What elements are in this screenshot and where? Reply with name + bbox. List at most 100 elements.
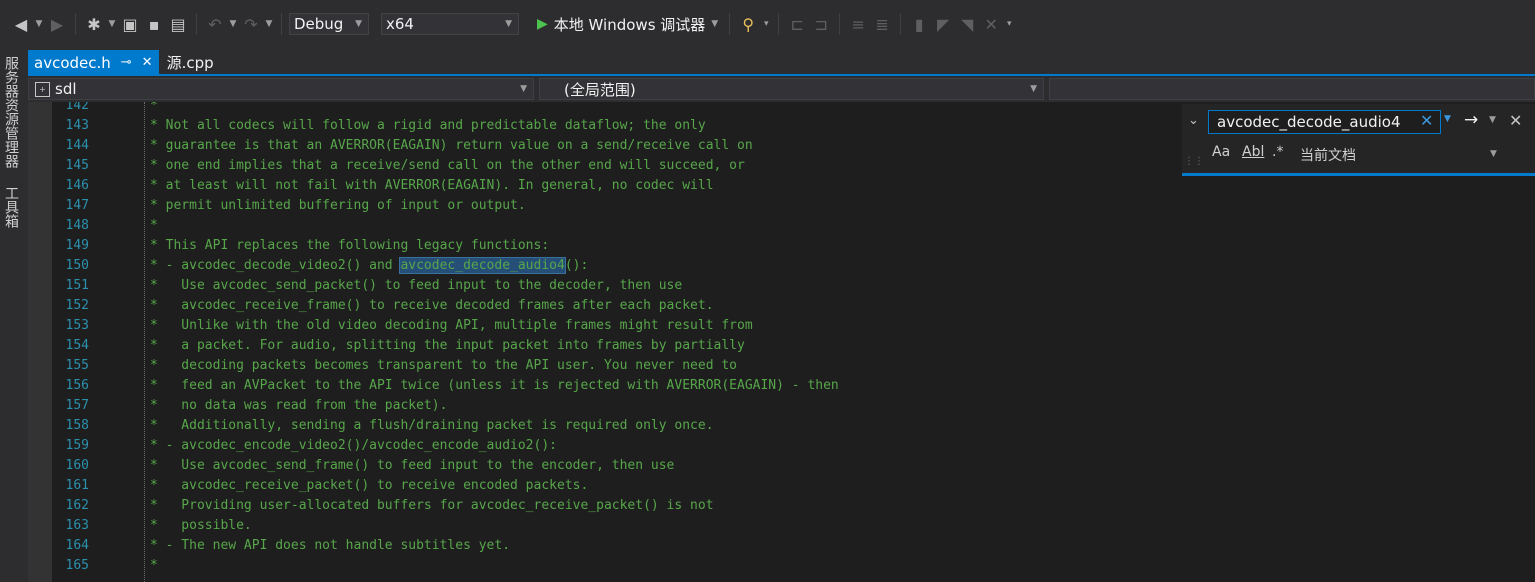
match-case-toggle[interactable]: Aa <box>1212 144 1230 160</box>
navigate-back-icon[interactable]: ◀ <box>10 13 32 35</box>
line-number: 148 <box>65 218 89 233</box>
line-number: 145 <box>65 158 89 173</box>
outdent-icon[interactable]: ≡ <box>847 13 869 35</box>
member-select[interactable] <box>1049 78 1535 100</box>
line-number: 161 <box>65 478 89 493</box>
comment-text: * Not all codecs will follow a rigid and… <box>150 118 706 133</box>
tab-source-cpp[interactable]: 源.cpp <box>159 50 222 75</box>
redo-dropdown-icon[interactable]: ▼ <box>264 19 274 29</box>
line-number: 160 <box>65 458 89 473</box>
toolbar-separator <box>729 13 731 35</box>
solution-configuration-select[interactable]: Debug ▼ <box>289 13 369 35</box>
comment-text: * guarantee is that an AVERROR(EAGAIN) r… <box>150 138 753 153</box>
undo-icon[interactable]: ↶ <box>204 13 226 35</box>
comment-text: * Providing user-allocated buffers for a… <box>150 498 714 513</box>
close-icon[interactable]: ✕ <box>1509 111 1522 130</box>
search-history-dropdown-icon[interactable]: ▼ <box>1444 114 1451 124</box>
solution-platform-select[interactable]: x64 ▼ <box>381 13 519 35</box>
scope-select[interactable]: (全局范围) ▼ <box>539 78 1044 100</box>
bookmark-icon[interactable]: ▮ <box>908 13 930 35</box>
line-number: 164 <box>65 538 89 553</box>
save-icon[interactable]: ▪ <box>143 13 165 35</box>
solution-platform-value: x64 <box>386 15 414 33</box>
save-all-icon[interactable]: ▤ <box>167 13 189 35</box>
toolbox-label: 工具箱 <box>3 186 19 228</box>
comment-text: * permit unlimited buffering of input or… <box>150 198 526 213</box>
find-in-files-dropdown-icon[interactable]: ▾ <box>761 19 771 29</box>
find-in-files-icon[interactable]: ⚲ <box>737 13 759 35</box>
play-icon: ▶ <box>537 16 548 32</box>
toolbar-overflow-icon[interactable]: ▾ <box>1004 19 1014 29</box>
line-number: 162 <box>65 498 89 513</box>
comment-icon[interactable]: ⊏ <box>786 13 808 35</box>
comment-text: * at least will not fail with AVERROR(EA… <box>150 178 714 193</box>
comment-text: * - avcodec_encode_video2()/avcodec_enco… <box>150 438 557 453</box>
new-project-dropdown-icon[interactable]: ▼ <box>107 19 117 29</box>
line-number: 163 <box>65 518 89 533</box>
navigate-back-dropdown-icon[interactable]: ▼ <box>34 19 44 29</box>
toolbar-separator <box>900 13 902 35</box>
tab-label: avcodec.h <box>34 53 111 72</box>
comment-text: * <box>150 218 158 233</box>
comment-text: * Use avcodec_send_frame() to feed input… <box>150 458 675 473</box>
resize-grip-icon[interactable]: ⋮⋮ <box>1184 156 1204 167</box>
line-number: 159 <box>65 438 89 453</box>
indent-icon[interactable]: ≣ <box>871 13 893 35</box>
toolbar-separator <box>281 13 282 35</box>
find-next-dropdown-icon[interactable]: ▼ <box>1489 115 1496 125</box>
chevron-down-icon: ▼ <box>520 84 527 94</box>
search-match-highlight: avcodec_decode_audio4 <box>399 257 566 274</box>
tab-label: 源.cpp <box>166 54 214 72</box>
open-file-icon[interactable]: ▣ <box>119 13 141 35</box>
line-number: 146 <box>65 178 89 193</box>
project-select[interactable]: + sdl ▼ <box>28 78 534 100</box>
redo-icon[interactable]: ↷ <box>240 13 262 35</box>
scope-value: (全局范围) <box>564 80 636 99</box>
find-input[interactable]: avcodec_decode_audio4 <box>1208 110 1441 134</box>
comment-text: * Additionally, sending a flush/draining… <box>150 418 714 433</box>
line-number: 143 <box>65 118 89 133</box>
toolbox-tab[interactable]: 工具箱 <box>0 182 22 232</box>
match-whole-word-toggle[interactable]: Abl <box>1242 144 1264 160</box>
close-icon[interactable]: ✕ <box>142 55 153 70</box>
previous-bookmark-icon[interactable]: ◤ <box>932 13 954 35</box>
chevron-down-icon[interactable]: ▼ <box>711 19 718 29</box>
toggle-replace-icon[interactable]: ⌄ <box>1188 113 1199 128</box>
indent-guide <box>144 102 145 582</box>
regex-toggle[interactable]: .* <box>1272 144 1283 160</box>
navigate-forward-icon[interactable]: ▶ <box>46 13 68 35</box>
left-tool-window-strip: 服务器资源管理器 工具箱 <box>0 44 22 582</box>
comment-text: * <box>150 102 158 113</box>
clear-search-icon[interactable]: ✕ <box>1420 111 1433 130</box>
toolbar-separator <box>196 13 197 35</box>
toolbar-separator <box>75 13 76 35</box>
comment-text: * - avcodec_decode_video2() and avcodec_… <box>150 256 588 276</box>
comment-text: * avcodec_receive_frame() to receive dec… <box>150 298 714 313</box>
chevron-down-icon[interactable]: ▼ <box>1490 149 1497 159</box>
pin-icon[interactable]: ⊸ <box>121 55 132 70</box>
comment-text: * decoding packets becomes transparent t… <box>150 358 737 373</box>
comment-text: * - The new API does not handle subtitle… <box>150 538 511 553</box>
start-debugging-button[interactable]: ▶ 本地 Windows 调试器 ▼ <box>533 14 722 35</box>
line-number: 158 <box>65 418 89 433</box>
uncomment-icon[interactable]: ⊐ <box>810 13 832 35</box>
solution-configuration-value: Debug <box>294 15 344 33</box>
comment-text: * avcodec_receive_packet() to receive en… <box>150 478 589 493</box>
line-number: 149 <box>65 238 89 253</box>
toolbar-separator <box>839 13 841 35</box>
line-number: 147 <box>65 198 89 213</box>
line-number: 151 <box>65 278 89 293</box>
comment-text: * possible. <box>150 518 252 533</box>
tab-avcodec-h[interactable]: avcodec.h ⊸ ✕ <box>28 50 159 75</box>
chevron-down-icon: ▼ <box>355 19 362 29</box>
project-icon: + <box>35 81 50 97</box>
new-project-icon[interactable]: ✱ <box>83 13 105 35</box>
comment-text: * <box>150 558 158 573</box>
next-bookmark-icon[interactable]: ◥ <box>956 13 978 35</box>
server-explorer-tab[interactable]: 服务器资源管理器 <box>0 48 22 176</box>
find-next-icon[interactable]: → <box>1464 110 1478 130</box>
navigation-bar: + sdl ▼ (全局范围) ▼ <box>28 77 1535 101</box>
clear-bookmarks-icon[interactable]: ✕ <box>980 13 1002 35</box>
undo-dropdown-icon[interactable]: ▼ <box>228 19 238 29</box>
search-scope-value[interactable]: 当前文档 <box>1300 145 1356 165</box>
